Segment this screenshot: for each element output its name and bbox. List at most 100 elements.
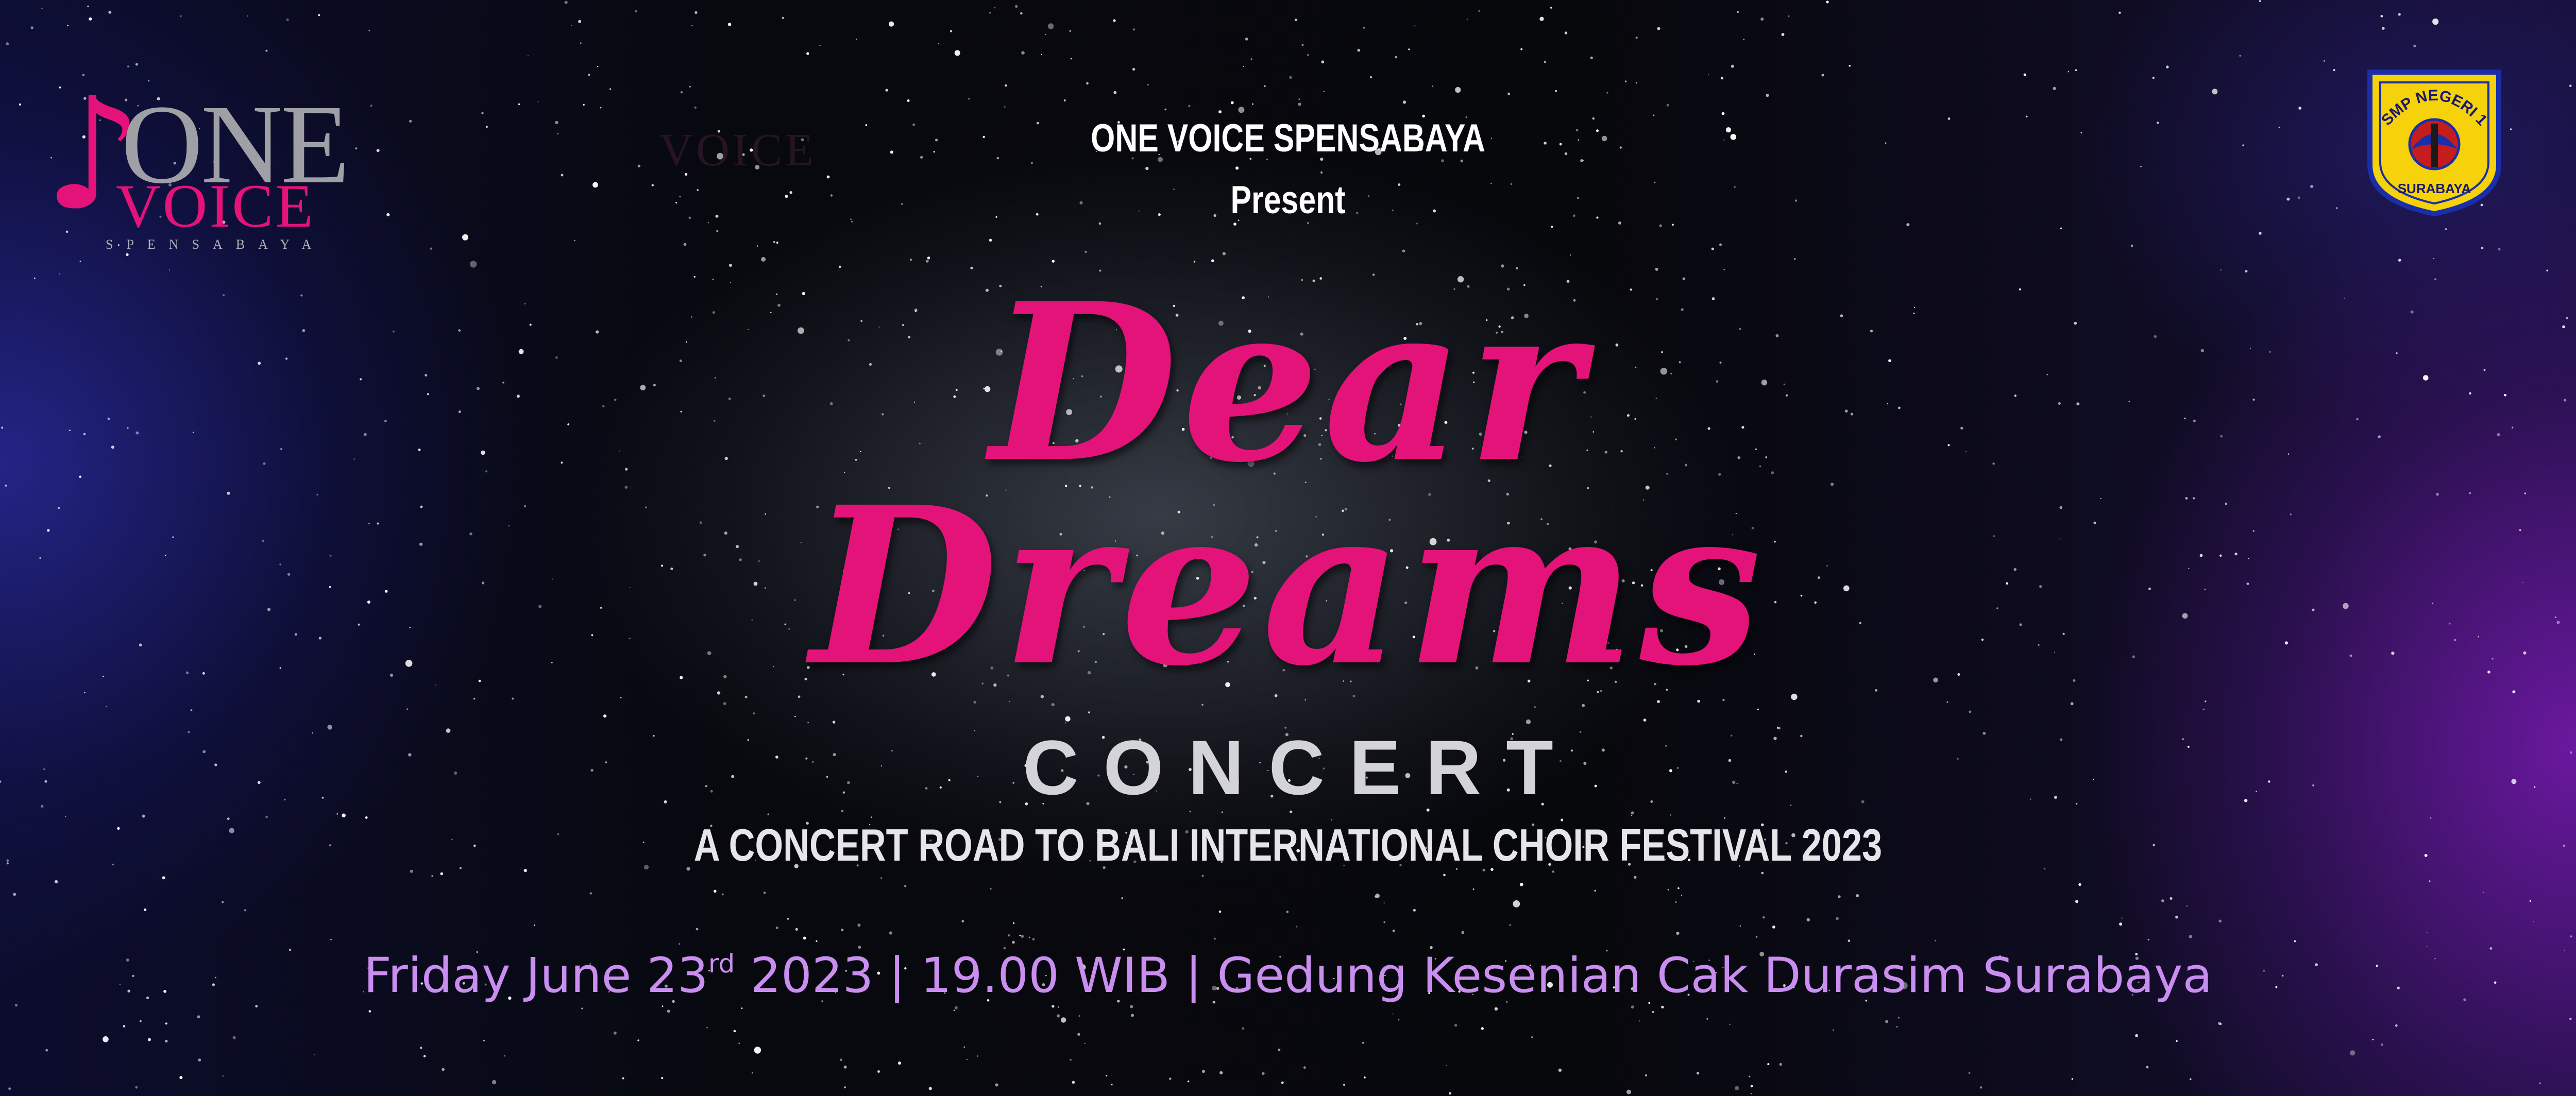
star <box>1221 811 1223 813</box>
star <box>342 813 346 818</box>
star <box>419 1047 422 1049</box>
star <box>1979 1086 1982 1089</box>
star <box>954 1006 958 1009</box>
star <box>1052 1005 1055 1008</box>
star <box>2218 919 2222 923</box>
star <box>753 712 755 715</box>
star <box>751 1072 753 1074</box>
star <box>1005 84 1007 87</box>
star <box>2259 232 2262 235</box>
star <box>1013 922 1015 924</box>
star <box>2333 69 2335 72</box>
star <box>2239 55 2241 57</box>
star <box>1222 252 1226 255</box>
star <box>179 15 182 18</box>
star <box>1706 1018 1708 1020</box>
star <box>2219 1023 2222 1025</box>
star <box>1946 701 1948 703</box>
star <box>190 709 193 711</box>
star <box>139 1020 142 1022</box>
star <box>885 89 888 92</box>
star <box>1478 10 1480 12</box>
star <box>857 923 861 927</box>
star <box>840 1058 842 1061</box>
star <box>977 1055 978 1057</box>
star <box>255 1005 258 1008</box>
star <box>1132 28 1135 31</box>
star <box>65 815 66 817</box>
star <box>683 243 687 246</box>
star <box>597 66 599 67</box>
star <box>578 20 582 23</box>
star <box>1008 934 1010 937</box>
star <box>135 1086 138 1089</box>
star <box>1383 902 1385 904</box>
star <box>2152 77 2155 79</box>
star <box>1968 1072 1971 1074</box>
star <box>1626 1089 1631 1094</box>
star <box>1720 77 1723 80</box>
star <box>1772 926 1775 929</box>
star <box>728 263 732 267</box>
star <box>13 893 16 896</box>
star <box>897 1061 902 1065</box>
star <box>1652 1011 1654 1014</box>
star <box>803 936 806 940</box>
star <box>756 245 758 247</box>
star <box>1749 1075 1751 1077</box>
star <box>1245 37 1248 41</box>
star <box>1357 48 1361 52</box>
star <box>963 1046 965 1048</box>
star <box>787 918 789 920</box>
star <box>1370 76 1372 78</box>
star <box>1544 61 1546 63</box>
star <box>1631 1005 1634 1009</box>
star <box>1711 247 1714 250</box>
star <box>1301 44 1304 46</box>
star <box>2190 1078 2192 1080</box>
star <box>1643 718 1647 722</box>
star <box>368 1010 371 1013</box>
star <box>989 238 992 242</box>
concert-subtitle: CONCERT <box>1023 724 1578 811</box>
star <box>6 859 9 862</box>
star <box>706 1026 708 1029</box>
star <box>928 1087 932 1090</box>
star <box>1296 926 1298 928</box>
star <box>1675 901 1677 903</box>
star <box>6 862 9 865</box>
star <box>1432 85 1433 87</box>
star <box>2380 15 2383 18</box>
star <box>1638 1020 1640 1022</box>
star <box>336 813 338 815</box>
star <box>2121 917 2123 919</box>
star <box>368 30 370 31</box>
star <box>696 928 699 931</box>
star <box>2563 844 2566 847</box>
star <box>1550 7 1552 9</box>
star <box>1743 39 1744 40</box>
star <box>880 877 882 879</box>
star <box>694 11 698 14</box>
star <box>1375 893 1380 898</box>
star <box>953 1009 955 1011</box>
star <box>1509 924 1512 927</box>
star <box>714 889 717 893</box>
star <box>2298 107 2302 110</box>
logo-subtitle-text: SPENSABAYA <box>106 237 325 252</box>
star <box>1218 110 1222 114</box>
star <box>1063 99 1066 101</box>
star <box>2482 892 2484 894</box>
star <box>1021 51 1025 55</box>
star <box>662 1005 664 1007</box>
event-time: 19.00 WIB <box>920 948 1170 1004</box>
star <box>197 1015 200 1019</box>
star <box>423 1055 426 1057</box>
star <box>431 875 433 877</box>
star <box>45 1049 48 1052</box>
star <box>1069 30 1071 32</box>
star <box>1555 90 1557 92</box>
star <box>1078 1015 1080 1017</box>
star <box>1113 91 1117 94</box>
date-ordinal-suffix: rd <box>708 949 735 979</box>
